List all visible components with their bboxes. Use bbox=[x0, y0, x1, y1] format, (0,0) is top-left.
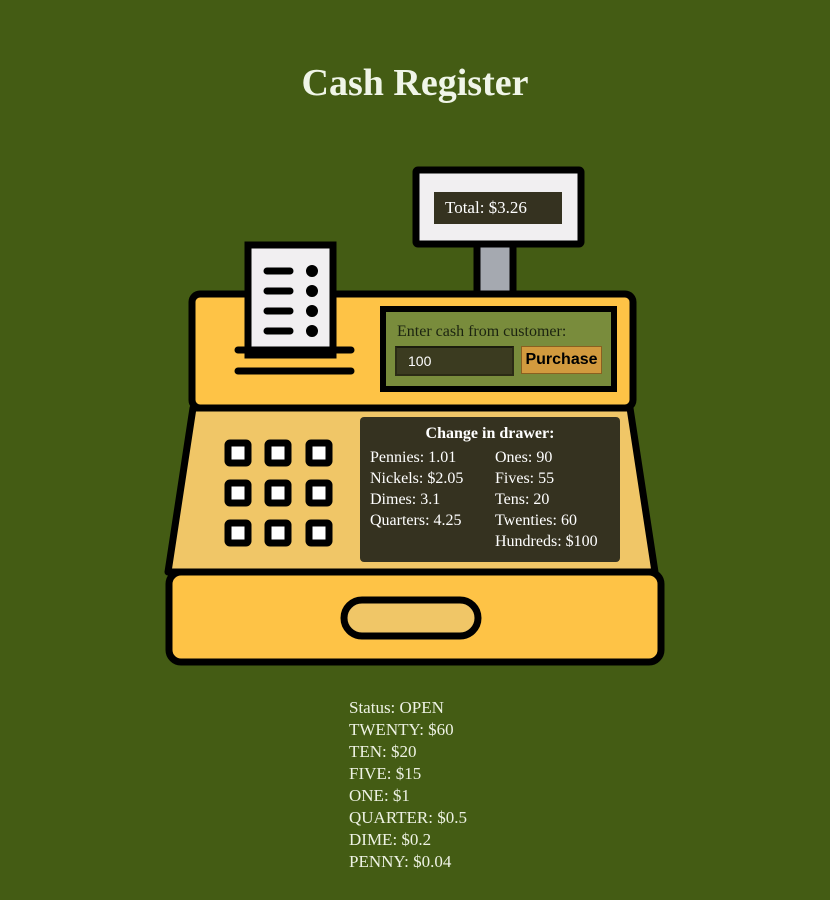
change-line-ten: TEN: $20 bbox=[349, 742, 417, 761]
drawer-item-tens: Tens: 20 bbox=[495, 491, 550, 508]
display-pole bbox=[473, 236, 517, 302]
drawer-item-fives: Fives: 55 bbox=[495, 470, 555, 487]
cash-input-label: Enter cash from customer: bbox=[397, 323, 567, 340]
drawer-item-ones: Ones: 90 bbox=[495, 449, 553, 466]
drawer-coins-column: Pennies: 1.01 Nickels: $2.05 Dimes: 3.1 … bbox=[370, 447, 463, 531]
receipt-icon bbox=[244, 241, 337, 359]
drawer-item-nickels: Nickels: $2.05 bbox=[370, 470, 464, 487]
status-text: Status: OPEN bbox=[349, 698, 444, 717]
change-in-drawer-panel: Change in drawer: Pennies: 1.01 Nickels:… bbox=[360, 417, 620, 562]
change-line-five: FIVE: $15 bbox=[349, 764, 422, 783]
drawer-item-dimes: Dimes: 3.1 bbox=[370, 491, 441, 508]
change-line-one: ONE: $1 bbox=[349, 786, 410, 805]
drawer-handle bbox=[340, 596, 482, 640]
purchase-button[interactable]: Purchase bbox=[521, 346, 602, 374]
drawer-bills-column: Ones: 90 Fives: 55 Tens: 20 Twenties: 60… bbox=[495, 447, 598, 552]
drawer-title: Change in drawer: bbox=[425, 425, 555, 442]
change-line-twenty: TWENTY: $60 bbox=[349, 720, 454, 739]
keypad-icon bbox=[224, 439, 333, 547]
drawer-item-twenties: Twenties: 60 bbox=[495, 512, 577, 529]
change-due-output: Status: OPEN TWENTY: $60 TEN: $20 FIVE: … bbox=[349, 697, 467, 873]
cash-input[interactable] bbox=[395, 346, 514, 376]
page: Cash Register Total: $3.26 Enter cash fr… bbox=[0, 0, 830, 900]
drawer-item-hundreds: Hundreds: $100 bbox=[495, 533, 598, 550]
drawer-item-pennies: Pennies: 1.01 bbox=[370, 449, 457, 466]
change-line-quarter: QUARTER: $0.5 bbox=[349, 808, 467, 827]
change-line-dime: DIME: $0.2 bbox=[349, 830, 432, 849]
change-line-penny: PENNY: $0.04 bbox=[349, 852, 452, 871]
total-display: Total: $3.26 bbox=[434, 192, 562, 224]
drawer-item-quarters: Quarters: 4.25 bbox=[370, 512, 462, 529]
